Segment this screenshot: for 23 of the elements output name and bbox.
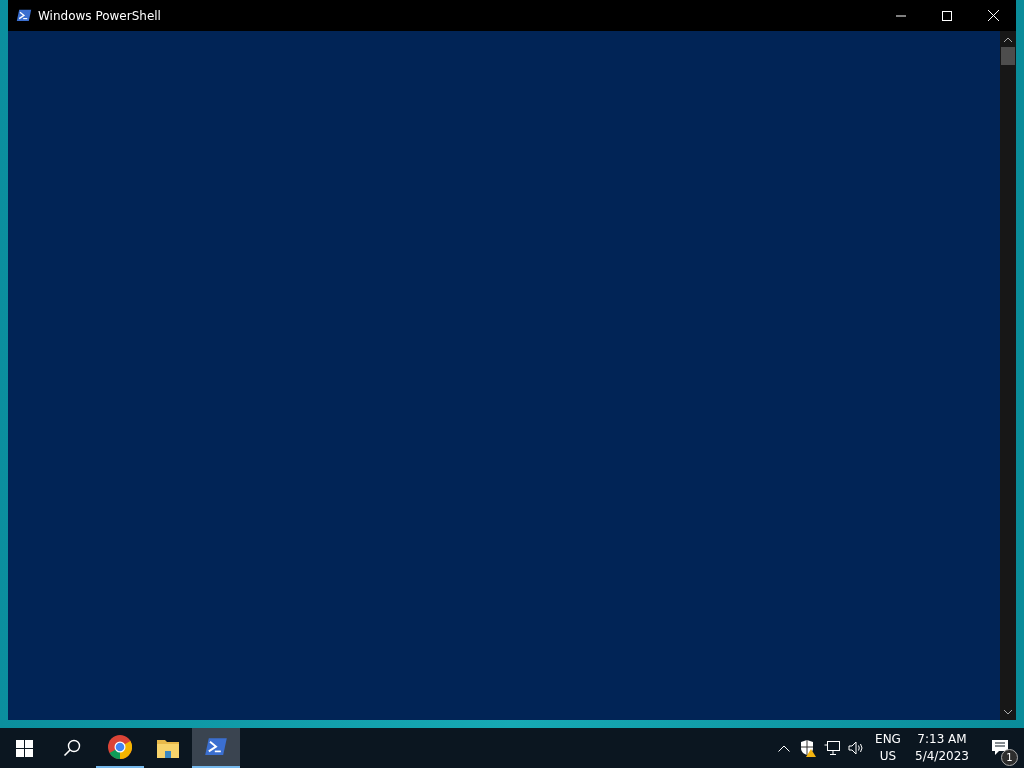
folder-icon: [157, 738, 179, 758]
scrollbar[interactable]: [1000, 31, 1016, 720]
scroll-down-icon[interactable]: [1004, 709, 1012, 715]
close-icon: [987, 10, 999, 21]
language-indicator[interactable]: ENG: [875, 731, 901, 748]
shield-warning-icon[interactable]: [800, 739, 816, 757]
window-title: Windows PowerShell: [38, 8, 162, 23]
network-icon[interactable]: [824, 741, 840, 755]
region-indicator[interactable]: US: [879, 748, 897, 765]
scroll-up-icon[interactable]: [1004, 36, 1012, 42]
notification-count: 1: [1001, 749, 1018, 766]
powershell-icon: [16, 9, 32, 22]
chevron-up-icon[interactable]: [778, 744, 790, 752]
powershell-icon: [204, 737, 228, 757]
notification-icon[interactable]: [991, 739, 1009, 757]
speaker-icon[interactable]: [848, 741, 864, 755]
scroll-thumb[interactable]: [1001, 47, 1015, 65]
windows-logo-icon: [15, 739, 33, 757]
clock-date[interactable]: 5/4/2023: [915, 748, 969, 765]
maximize-icon: [942, 10, 952, 21]
clock-time[interactable]: 7:13 AM: [917, 731, 967, 748]
chrome-icon: [108, 735, 132, 759]
search-icon: [63, 739, 81, 757]
